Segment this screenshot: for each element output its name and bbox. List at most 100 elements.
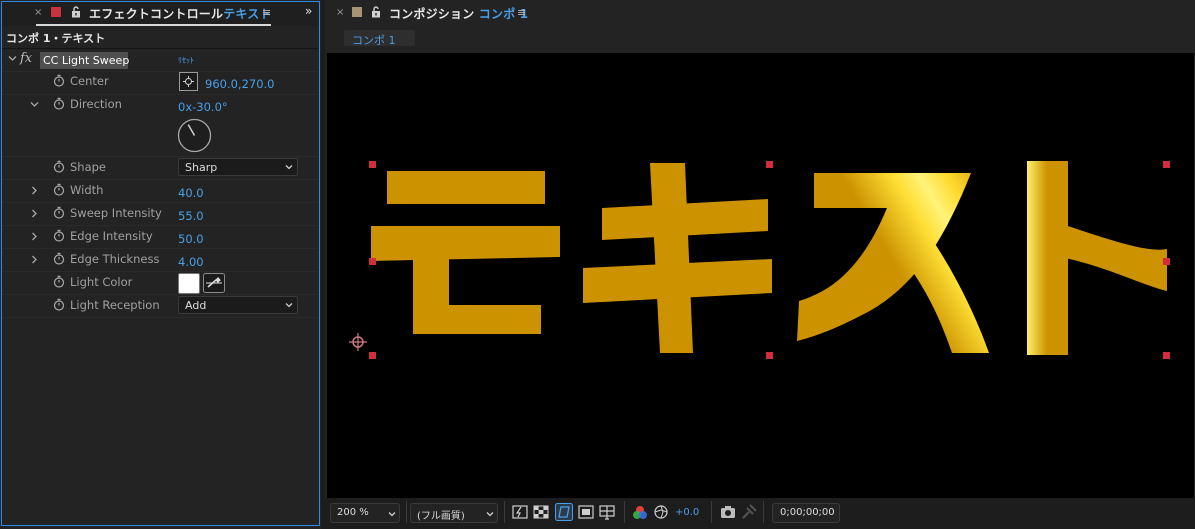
point-picker-icon[interactable] [179,72,198,91]
transform-handle[interactable] [369,258,376,265]
divider [2,317,318,318]
property-label-edge-intensity: Edge Intensity [70,229,153,243]
property-label-sweep-intensity: Sweep Intensity [70,206,162,220]
stopwatch-icon[interactable] [53,183,65,196]
divider [504,501,505,523]
property-twirl-toggle[interactable] [30,209,39,218]
text-glyph-ki [583,163,772,353]
sweep-intensity-value[interactable]: 55.0 [178,209,204,223]
property-twirl-toggle[interactable] [30,186,39,195]
divider [2,71,318,72]
light-color-swatch[interactable] [178,273,200,294]
color-channels-icon[interactable] [632,505,648,520]
direction-value[interactable]: 0x-30.0° [178,100,228,114]
divider [624,501,625,523]
fx-toggle-icon[interactable]: fx [20,51,32,66]
shape-dropdown[interactable]: Sharp [178,158,298,176]
stopwatch-icon[interactable] [53,298,65,311]
region-of-interest-icon[interactable] [578,505,594,519]
eyedropper-icon[interactable] [203,273,225,293]
comp-flow-tab-label: コンポ 1 [352,34,396,47]
effect-twirl-toggle[interactable] [8,54,17,63]
stopwatch-icon[interactable] [53,252,65,265]
resolution-dropdown[interactable]: (フル画質) [410,503,498,523]
zoom-dropdown[interactable]: 200 % [330,503,400,523]
direction-revolutions[interactable]: 0x [178,100,192,114]
reset-link[interactable]: ﾘｾｯﾄ [178,55,194,66]
transparency-grid-icon[interactable] [533,505,549,519]
chevron-down-icon [285,301,293,309]
breadcrumb: コンポ 1・テキスト [6,32,106,45]
divider [763,501,764,523]
chevron-down-icon [388,510,396,518]
close-tab-button[interactable]: × [336,7,344,18]
center-value[interactable]: 960.0,270.0 [205,77,275,91]
stopwatch-icon[interactable] [53,74,65,87]
chevron-down-icon [486,510,494,518]
property-twirl-toggle[interactable] [30,232,39,241]
text-layer[interactable] [371,161,1167,355]
property-twirl-toggle[interactable] [30,255,39,264]
stopwatch-icon[interactable] [53,275,65,288]
property-label-width: Width [70,183,104,197]
divider [2,156,318,157]
reset-exposure-icon[interactable] [654,505,668,519]
property-label-light-color: Light Color [70,275,133,289]
divider [2,248,318,249]
unlock-icon[interactable] [371,6,381,18]
divider [406,501,407,523]
grid-guides-icon[interactable] [599,504,615,520]
stopwatch-icon[interactable] [53,206,65,219]
effect-name: CC Light Sweep [43,54,130,67]
panel-menu-icon[interactable]: ≡ [517,6,526,19]
show-snapshot-icon[interactable] [741,504,757,520]
transform-handle[interactable] [369,352,376,359]
stopwatch-icon[interactable] [53,97,65,110]
transform-handle[interactable] [1163,258,1170,265]
direction-degrees[interactable]: -30.0° [192,100,228,114]
tab-title-text: コンポジション [389,7,475,21]
width-value[interactable]: 40.0 [178,186,204,200]
fast-previews-icon[interactable] [512,505,528,519]
property-label-edge-thickness: Edge Thickness [70,252,160,266]
divider [2,94,318,95]
transform-handle[interactable] [1163,161,1170,168]
light-reception-dropdown-value: Add [185,299,207,312]
mask-visibility-icon[interactable] [555,503,573,521]
light-reception-dropdown[interactable]: Add [178,296,298,314]
zoom-value: 200 % [337,507,369,518]
divider [2,271,318,272]
text-glyph-to [1027,161,1167,355]
resolution-value: (フル画質) [417,511,465,522]
exposure-value[interactable]: +0.0 [675,507,699,518]
property-label-light-reception: Light Reception [70,298,160,312]
property-twirl-toggle[interactable] [30,100,39,109]
chevron-down-icon [285,163,293,171]
divider [2,48,318,49]
stopwatch-icon[interactable] [53,160,65,173]
text-glyph-su [797,173,989,353]
transform-handle[interactable] [766,352,773,359]
timecode-field[interactable]: 0;00;00;00 [772,503,840,523]
property-label-center: Center [70,74,109,88]
divider [2,202,318,203]
camera-snapshot-icon[interactable] [720,505,736,519]
text-glyph-te [371,171,560,334]
transform-handle[interactable] [369,161,376,168]
stopwatch-icon[interactable] [53,229,65,242]
divider [2,179,318,180]
composition-tab-title[interactable]: コンポジション コンポ 1 [389,5,528,22]
edge-thickness-value[interactable]: 4.00 [178,255,204,269]
shape-dropdown-value: Sharp [185,161,218,174]
transform-handle[interactable] [766,161,773,168]
edge-intensity-value[interactable]: 50.0 [178,232,204,246]
angle-dial[interactable] [177,118,212,153]
transform-handle[interactable] [1163,352,1170,359]
divider [2,294,318,295]
divider [2,225,318,226]
composition-viewer[interactable] [327,53,1194,498]
property-label-shape: Shape [70,160,107,174]
divider [711,501,712,523]
property-label-direction: Direction [70,97,122,111]
effect-center-point-icon[interactable] [349,333,367,351]
